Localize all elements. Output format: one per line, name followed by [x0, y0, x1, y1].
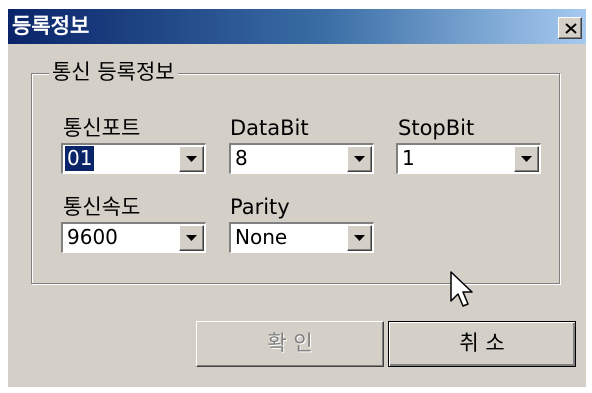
databit-dropdown-button[interactable]	[347, 146, 372, 172]
close-button[interactable]	[558, 17, 582, 39]
port-dropdown-button[interactable]	[179, 146, 204, 172]
port-combobox[interactable]: 01	[61, 143, 206, 174]
stopbit-label: StopBit	[398, 116, 475, 140]
chevron-down-icon	[186, 235, 197, 241]
ok-button[interactable]: 확 인	[196, 321, 384, 367]
parity-combobox[interactable]: None	[229, 222, 374, 253]
chevron-down-icon	[354, 156, 365, 162]
chevron-down-icon	[354, 235, 365, 241]
speed-label: 통신속도	[63, 195, 141, 219]
speed-dropdown-button[interactable]	[179, 225, 204, 251]
title-bar[interactable]: 등록정보	[8, 9, 586, 44]
parity-dropdown-button[interactable]	[347, 225, 372, 251]
databit-value: 8	[235, 146, 248, 170]
stopbit-dropdown-button[interactable]	[514, 146, 539, 172]
window-title: 등록정보	[12, 14, 90, 38]
parity-label: Parity	[230, 195, 290, 219]
groupbox-legend: 통신 등록정보	[49, 59, 178, 85]
parity-value: None	[235, 225, 288, 249]
port-value: 01	[63, 145, 96, 172]
cancel-button[interactable]: 취 소	[388, 321, 576, 367]
chevron-down-icon	[186, 156, 197, 162]
mouse-pointer-icon	[450, 271, 473, 307]
speed-value: 9600	[67, 225, 118, 249]
databit-label: DataBit	[230, 116, 309, 140]
port-label: 통신포트	[63, 116, 141, 140]
chevron-down-icon	[521, 156, 532, 162]
stopbit-combobox[interactable]: 1	[396, 143, 541, 174]
close-icon	[565, 23, 577, 34]
stopbit-value: 1	[402, 146, 415, 170]
speed-combobox[interactable]: 9600	[61, 222, 206, 253]
databit-combobox[interactable]: 8	[229, 143, 374, 174]
